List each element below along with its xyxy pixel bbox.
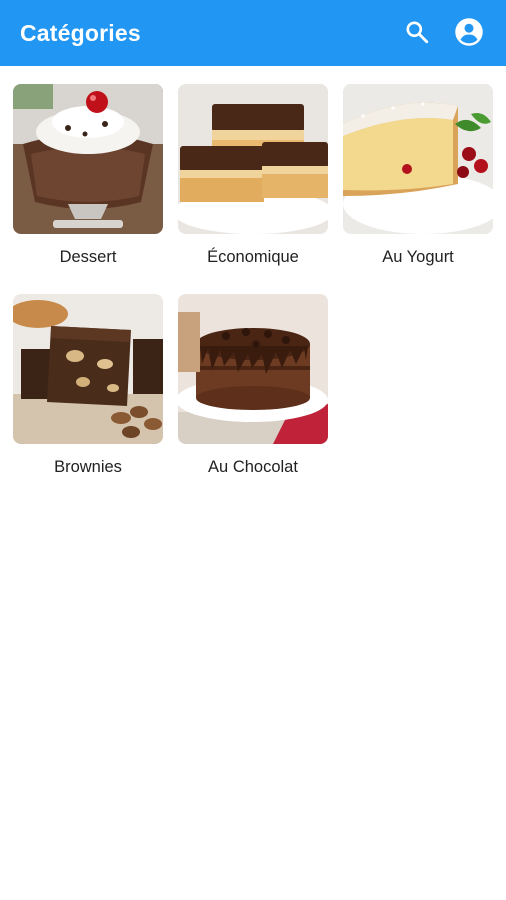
category-label: Au Chocolat <box>208 458 298 476</box>
page-title: Catégories <box>20 19 141 46</box>
account-button[interactable] <box>454 16 484 48</box>
app-bar: Catégories <box>0 0 506 66</box>
category-image-brownies <box>13 294 163 444</box>
category-image-au-chocolat <box>178 294 328 444</box>
category-card-dessert[interactable]: Dessert <box>13 84 163 284</box>
search-icon <box>406 21 429 44</box>
appbar-actions <box>402 16 484 48</box>
category-card-brownies[interactable]: Brownies <box>13 294 163 494</box>
category-image-economique <box>178 84 328 234</box>
category-card-au-yogurt[interactable]: Au Yogurt <box>343 84 493 284</box>
category-card-economique[interactable]: Économique <box>178 84 328 284</box>
category-card-au-chocolat[interactable]: Au Chocolat <box>178 294 328 494</box>
account-circle-icon <box>455 18 483 46</box>
search-button[interactable] <box>402 16 432 48</box>
category-label: Économique <box>207 248 299 266</box>
category-label: Brownies <box>54 458 122 476</box>
category-image-au-yogurt <box>343 84 493 234</box>
category-label: Au Yogurt <box>382 248 454 266</box>
category-image-dessert <box>13 84 163 234</box>
category-label: Dessert <box>59 248 117 266</box>
